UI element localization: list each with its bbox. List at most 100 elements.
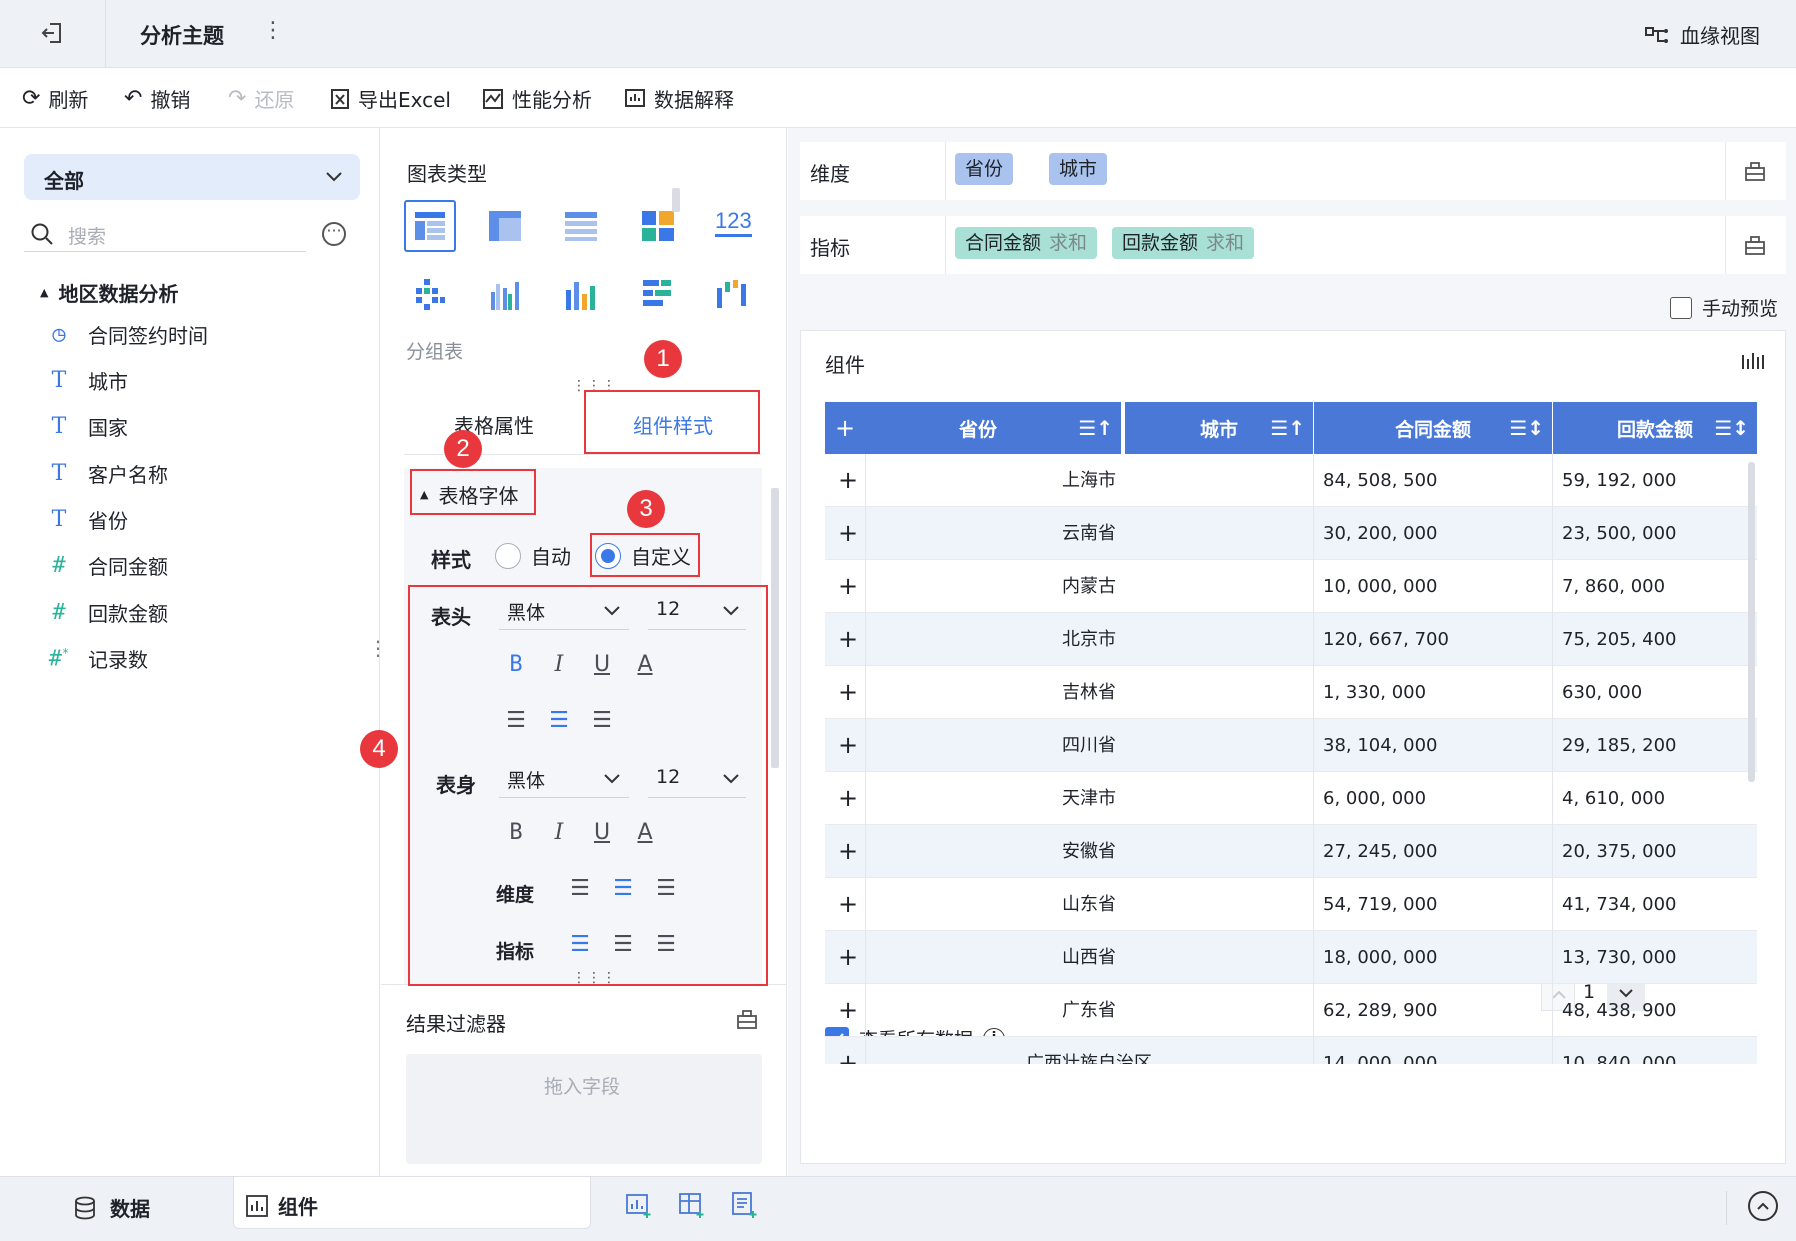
table-header-province[interactable]: 省份 ☰↑ [865,402,1121,454]
cell-province: 天津市 [1062,788,1116,809]
search-input[interactable]: 搜索 [68,222,106,249]
sort-icon[interactable]: ☰↑ [1270,416,1305,440]
add-filter-icon[interactable] [678,1191,706,1219]
more-options-icon[interactable]: ··· [322,222,346,246]
table-header-expand[interactable]: + [825,402,865,454]
row-expand-button[interactable]: + [833,1037,863,1064]
chart-type-grouped-table[interactable] [404,200,456,252]
cell-contract-amount: 120, 667, 700 [1323,629,1449,650]
table-row[interactable]: + 广西壮族自治区 14, 000, 000 10, 840, 000 [825,1037,1757,1064]
table-row[interactable]: + 吉林省 1, 330, 000 630, 000 [825,666,1757,719]
table-row[interactable]: + 云南省 30, 200, 000 23, 500, 000 [825,507,1757,560]
row-expand-button[interactable]: + [833,772,863,825]
dataset-dropdown[interactable]: 全部 [24,154,360,200]
collapse-up-icon[interactable] [1748,1191,1778,1221]
chart-component-icon [246,1194,268,1217]
table-row[interactable]: + 北京市 120, 667, 700 75, 205, 400 [825,613,1757,666]
field-item[interactable]: T 城市 [48,366,128,395]
field-item[interactable]: T 省份 [48,505,128,534]
search-field[interactable]: 搜索 [24,214,306,252]
row-expand-button[interactable]: + [833,984,863,1037]
text-icon: T [51,368,67,393]
refresh-button[interactable]: ⟳ 刷新 [22,84,88,113]
table-row[interactable]: + 上海市 84, 508, 500 59, 192, 000 [825,454,1757,507]
row-expand-button[interactable]: + [833,454,863,507]
tab-component[interactable]: 组件 [233,1177,591,1229]
row-expand-button[interactable]: + [833,719,863,772]
search-icon [31,223,53,245]
row-expand-button[interactable]: + [833,613,863,666]
tab-data[interactable]: 数据 [74,1193,150,1222]
table-header-payment-amount[interactable]: 回款金额 ☰↕ [1553,402,1757,454]
cell-province: 山东省 [1062,894,1116,915]
table-row[interactable]: + 天津市 6, 000, 000 4, 610, 000 [825,772,1757,825]
chart-type-waterfall[interactable] [715,278,749,310]
dimension-pill[interactable]: 城市 [1049,153,1108,185]
measure-pill[interactable]: 合同金额 求和 [955,227,1098,259]
lineage-view-button[interactable]: 血缘视图 [1644,20,1760,49]
sort-icon[interactable]: ☰↑ [1078,416,1113,440]
cell-payment-amount: 630, 000 [1562,682,1643,703]
row-expand-button[interactable]: + [833,878,863,931]
export-excel-button[interactable]: 导出Excel [330,84,451,113]
chart-switch-icon[interactable] [1741,351,1765,373]
row-expand-button[interactable]: + [833,666,863,719]
table-row[interactable]: + 山东省 54, 719, 000 41, 734, 000 [825,878,1757,931]
filter-drop-zone[interactable]: 拖入字段 [406,1054,762,1164]
redo-button[interactable]: ↷ 还原 [228,84,294,113]
field-item[interactable]: T 客户名称 [48,459,168,488]
field-item[interactable]: # 合同金额 [48,551,168,580]
dimension-settings-icon[interactable] [1744,160,1766,182]
dimension-pill[interactable]: 省份 [955,153,1014,185]
sort-icon[interactable]: ☰↕ [1509,416,1544,440]
annotation-badge: 4 [360,730,398,768]
chart-type-stacked-bar[interactable] [641,278,675,310]
chart-type-kpi-card[interactable] [641,210,675,242]
chart-type-number[interactable]: 123 [715,208,752,237]
measure-settings-icon[interactable] [1744,234,1766,256]
field-item[interactable]: ◷ 合同签约时间 [48,320,208,349]
data-explain-icon [625,88,645,107]
sort-icon[interactable]: ☰↕ [1714,416,1749,440]
cell-contract-amount: 84, 508, 500 [1323,470,1438,491]
row-expand-button[interactable]: + [833,507,863,560]
chart-type-detail-table[interactable] [564,210,598,242]
row-expand-button[interactable]: + [833,931,863,984]
chart-type-crosstab[interactable] [488,210,522,242]
field-item[interactable]: T 国家 [48,412,128,441]
table-header-city[interactable]: 城市 ☰↑ [1125,402,1313,454]
lineage-icon [1645,26,1668,43]
tab-table-properties[interactable]: 表格属性 [404,390,582,454]
table-row[interactable]: + 四川省 38, 104, 000 29, 185, 200 [825,719,1757,772]
table-row[interactable]: + 山西省 18, 000, 000 13, 730, 000 [825,931,1757,984]
manual-preview-checkbox[interactable]: 手动预览 [1670,294,1778,321]
performance-button[interactable]: 性能分析 [482,84,592,113]
field-item[interactable]: #* 记录数 [48,644,148,673]
undo-button[interactable]: ↶ 撤销 [124,84,190,113]
chart-type-waffle[interactable] [414,278,446,310]
group-header[interactable]: ▲ 地区数据分析 [40,278,178,307]
radio-auto[interactable]: 自动 [495,541,571,570]
chart-type-bar[interactable] [564,278,598,310]
chart-type-grouped-bar[interactable] [489,278,523,310]
add-chart-icon[interactable] [625,1191,653,1219]
row-expand-button[interactable]: + [833,560,863,613]
add-text-icon[interactable] [731,1191,759,1219]
annotation-badge: 1 [644,340,682,378]
measure-pill[interactable]: 回款金额 求和 [1112,227,1255,259]
field-item[interactable]: # 回款金额 [48,598,168,627]
settings-scrollbar[interactable] [771,468,781,978]
table-row[interactable]: + 内蒙古 10, 000, 000 7, 860, 000 [825,560,1757,613]
table-scrollbar[interactable] [1748,462,1755,782]
table-row[interactable]: + 广东省 62, 289, 900 48, 438, 900 [825,984,1757,1037]
table-row[interactable]: + 安徽省 27, 245, 000 20, 375, 000 [825,825,1757,878]
row-expand-button[interactable]: + [833,825,863,878]
filter-settings-icon[interactable] [736,1008,758,1030]
radio-unchecked-icon [495,542,521,569]
table-header-contract-amount[interactable]: 合同金额 ☰↕ [1314,402,1552,454]
more-vertical-icon[interactable]: ⋮ [262,18,284,43]
toolbar: ⟳ 刷新 ↶ 撤销 ↷ 还原 导出Excel 性能分析 数据解释 [0,68,1796,128]
exit-icon[interactable] [40,20,66,46]
annotation-box-tab [584,390,760,454]
data-explain-button[interactable]: 数据解释 [624,84,734,113]
